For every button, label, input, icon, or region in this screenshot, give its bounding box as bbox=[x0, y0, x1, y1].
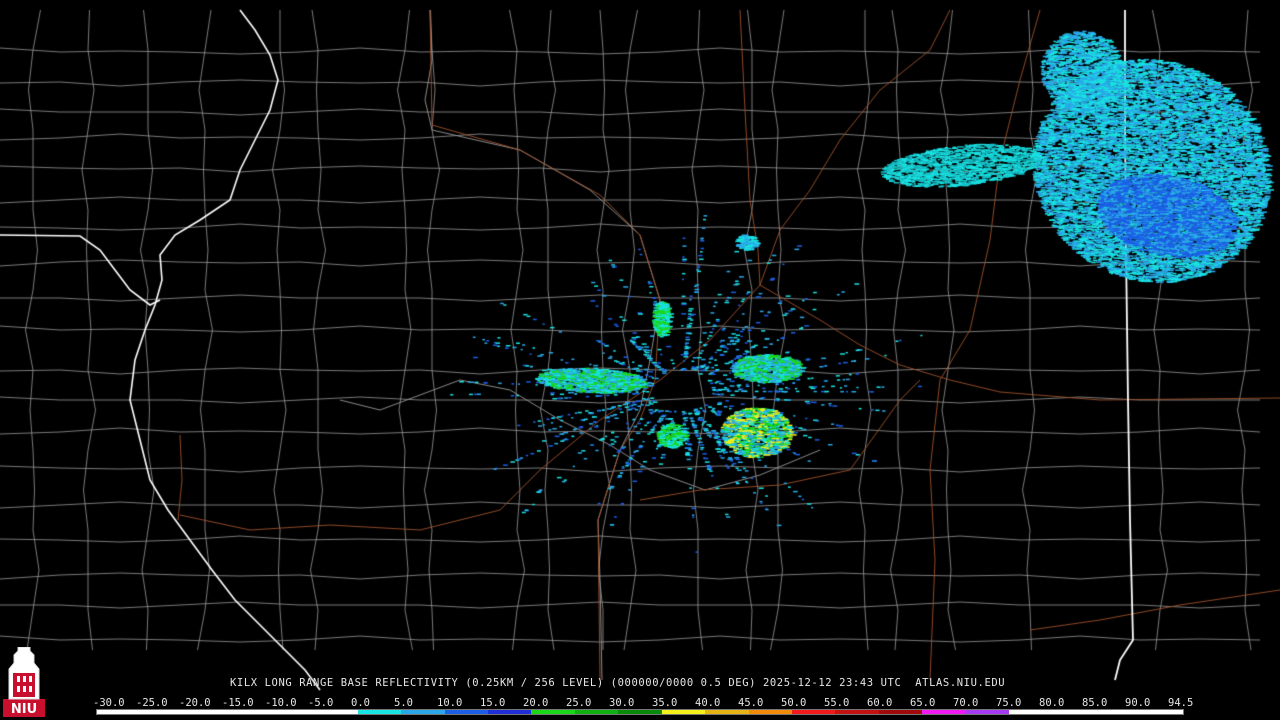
scale-label: 10.0 bbox=[437, 697, 463, 709]
scale-label: 65.0 bbox=[910, 697, 936, 709]
scale-swatch bbox=[618, 710, 662, 714]
scale-swatch bbox=[183, 710, 228, 714]
scale-label: -20.0 bbox=[179, 697, 211, 709]
scale-swatch bbox=[1009, 710, 1053, 714]
scale-label: -15.0 bbox=[222, 697, 254, 709]
logo-text: NIU bbox=[11, 702, 37, 717]
scale-label: 35.0 bbox=[652, 697, 678, 709]
scale-label: 70.0 bbox=[953, 697, 979, 709]
scale-label: 15.0 bbox=[480, 697, 506, 709]
reflectivity-color-scale bbox=[96, 709, 1184, 715]
scale-label: -5.0 bbox=[308, 697, 334, 709]
scale-label: 0.0 bbox=[351, 697, 370, 709]
scale-swatch bbox=[401, 710, 445, 714]
scale-swatch bbox=[97, 710, 141, 714]
scale-swatch bbox=[965, 710, 1010, 714]
scale-label: -10.0 bbox=[265, 697, 297, 709]
radar-map-canvas bbox=[0, 0, 1280, 720]
scale-label: -30.0 bbox=[93, 697, 125, 709]
scale-swatch bbox=[531, 710, 575, 714]
scale-swatch bbox=[1139, 710, 1183, 714]
scale-label: 90.0 bbox=[1125, 697, 1151, 709]
product-title: KILX LONG RANGE BASE REFLECTIVITY (0.25K… bbox=[230, 677, 1006, 689]
scale-label: 40.0 bbox=[695, 697, 721, 709]
scale-swatch bbox=[748, 710, 792, 714]
scale-swatch bbox=[314, 710, 358, 714]
scale-swatch bbox=[922, 710, 966, 714]
scale-swatch bbox=[661, 710, 706, 714]
scale-label: 50.0 bbox=[781, 697, 807, 709]
scale-label: 25.0 bbox=[566, 697, 592, 709]
scale-swatch bbox=[357, 710, 402, 714]
scale-swatch bbox=[487, 710, 532, 714]
scale-swatch bbox=[140, 710, 184, 714]
scale-swatch bbox=[444, 710, 488, 714]
scale-label: 55.0 bbox=[824, 697, 850, 709]
scale-label: 45.0 bbox=[738, 697, 764, 709]
scale-swatch bbox=[227, 710, 271, 714]
scale-label: 60.0 bbox=[867, 697, 893, 709]
scale-swatch bbox=[1052, 710, 1097, 714]
scale-label: 80.0 bbox=[1039, 697, 1065, 709]
scale-label: -25.0 bbox=[136, 697, 168, 709]
niu-logo-icon: NIU bbox=[3, 647, 45, 717]
scale-swatch bbox=[835, 710, 879, 714]
scale-label: 20.0 bbox=[523, 697, 549, 709]
reflectivity-scale-labels: -30.0 -25.0 -20.0 -15.0 -10.0 -5.0 0.0 5.0 10.0 1… bbox=[93, 697, 1193, 709]
scale-swatch bbox=[792, 710, 836, 714]
scale-label: 85.0 bbox=[1082, 697, 1108, 709]
scale-swatch bbox=[705, 710, 749, 714]
scale-swatch bbox=[1096, 710, 1140, 714]
scale-label: 5.0 bbox=[394, 697, 413, 709]
scale-swatch bbox=[270, 710, 315, 714]
scale-label: 75.0 bbox=[996, 697, 1022, 709]
scale-swatch bbox=[574, 710, 619, 714]
scale-swatch bbox=[878, 710, 923, 714]
scale-label: 94.5 bbox=[1168, 697, 1194, 709]
scale-label: 30.0 bbox=[609, 697, 635, 709]
